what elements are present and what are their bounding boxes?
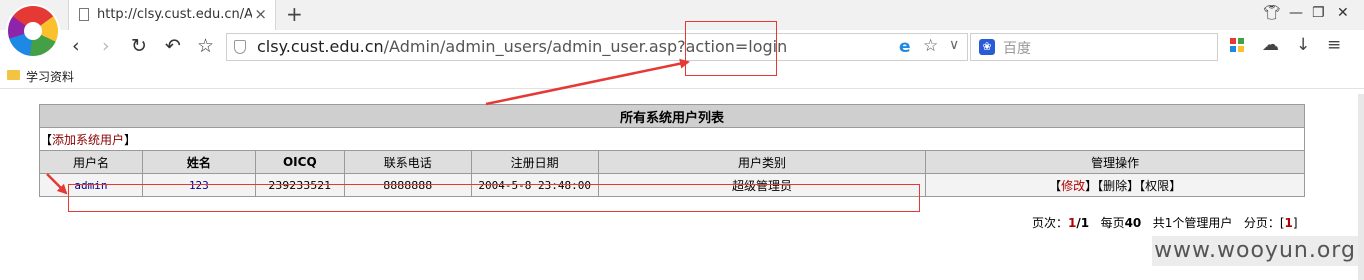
watermark: www.wooyun.org bbox=[1152, 236, 1358, 266]
browser-logo bbox=[8, 6, 58, 56]
annotation-arrow-row bbox=[46, 173, 68, 195]
annotation-arrow-url bbox=[485, 58, 690, 106]
